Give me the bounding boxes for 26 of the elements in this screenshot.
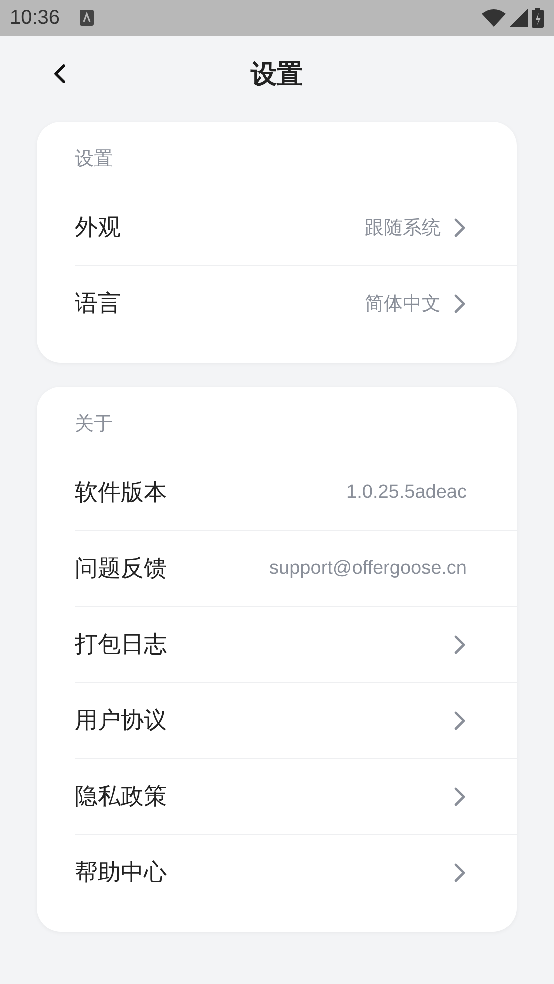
signal-icon <box>510 9 528 27</box>
status-time: 10:36 <box>10 6 60 30</box>
notification-icon <box>80 10 94 26</box>
row-value: support@offergoose.cn <box>270 558 467 580</box>
row-label: 软件版本 <box>75 479 167 508</box>
wifi-icon <box>482 9 506 27</box>
chevron-right-icon <box>453 292 467 314</box>
chevron-right-icon <box>453 710 467 732</box>
chevron-right-icon <box>453 634 467 656</box>
row-label: 用户协议 <box>75 707 167 736</box>
row-label: 语言 <box>75 290 121 319</box>
row-label: 打包日志 <box>75 631 167 660</box>
row-label: 外观 <box>75 214 121 243</box>
row-label: 隐私政策 <box>75 783 167 812</box>
chevron-right-icon <box>453 216 467 238</box>
row-value: 跟随系统 <box>365 216 441 240</box>
page-title: 设置 <box>251 58 303 92</box>
battery-icon <box>532 8 544 28</box>
row-label: 帮助中心 <box>75 859 167 888</box>
chevron-right-icon <box>453 786 467 808</box>
row-label: 问题反馈 <box>75 555 167 584</box>
row-value: 1.0.25.5adeac <box>346 482 467 504</box>
chevron-right-icon <box>453 862 467 884</box>
section-title: 设置 <box>75 147 114 172</box>
row-value: 简体中文 <box>365 292 441 316</box>
section-title: 关于 <box>75 412 114 437</box>
